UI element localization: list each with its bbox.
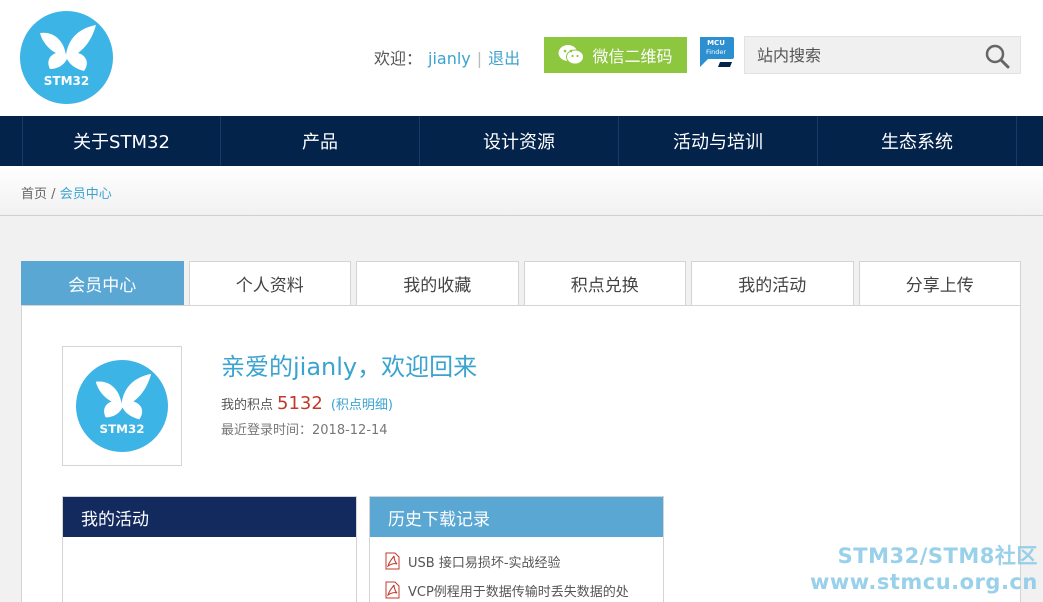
main-nav: 关于STM32 产品 设计资源 活动与培训 生态系统 (0, 116, 1043, 166)
svg-text:STM32: STM32 (100, 422, 145, 436)
points-summary: 我的积点 5132 (积点明细) (221, 393, 393, 414)
download-history-title: 历史下载记录 (370, 497, 663, 537)
avatar-logo-icon: STM32 (76, 360, 168, 452)
watermark-line-2: www.stmcu.org.cn (810, 570, 1038, 594)
wechat-button-label: 微信二维码 (592, 47, 673, 66)
mcu-finder-badge[interactable]: MCU Finder (696, 35, 736, 71)
breadcrumb-home[interactable]: 首页 (21, 187, 47, 202)
download-item[interactable]: USB 接口易损坏-实战经验 (384, 551, 654, 571)
breadcrumb: 首页 / 会员中心 (21, 183, 112, 202)
logout-link[interactable]: 退出 (488, 49, 520, 68)
avatar[interactable]: STM32 (62, 346, 182, 466)
nav-item-about[interactable]: 关于STM32 (22, 116, 221, 166)
points-value: 5132 (277, 393, 323, 414)
welcome-label: 欢迎： (374, 49, 423, 68)
site-header: STM32 欢迎： jianly | 退出 微信二维码 MCU Finder (0, 0, 1043, 116)
tab-member-center[interactable]: 会员中心 (21, 261, 184, 306)
pdf-icon (385, 581, 400, 599)
nav-item-products[interactable]: 产品 (221, 116, 420, 166)
stm32-logo[interactable]: STM32 (20, 11, 113, 104)
points-detail-link[interactable]: (积点明细) (331, 398, 393, 413)
breadcrumb-current[interactable]: 会员中心 (60, 187, 112, 202)
username-link[interactable]: jianly (428, 49, 471, 68)
svg-text:MCU: MCU (707, 39, 725, 47)
mcu-finder-icon: MCU Finder (700, 37, 734, 67)
pdf-icon (385, 552, 400, 570)
wechat-icon (558, 45, 585, 65)
butterfly-icon: STM32 (20, 11, 113, 104)
download-item[interactable]: VCP例程用于数据传输时丢失数据的处 (384, 580, 654, 600)
search-button[interactable] (984, 43, 1010, 69)
search-icon (985, 44, 1010, 69)
my-activities-title: 我的活动 (63, 497, 356, 537)
welcome-heading: 亲爱的jianly，欢迎回来 (221, 353, 478, 381)
download-item-title: VCP例程用于数据传输时丢失数据的处 (408, 584, 629, 600)
tab-my-activities[interactable]: 我的活动 (691, 261, 854, 306)
nav-item-events-training[interactable]: 活动与培训 (619, 116, 818, 166)
download-item-title: USB 接口易损坏-实战经验 (408, 555, 561, 571)
tab-favorites[interactable]: 我的收藏 (356, 261, 519, 306)
search-input[interactable] (745, 37, 977, 73)
watermark-line-1: STM32/STM8社区 (837, 544, 1038, 568)
my-activities-box: 我的活动 (62, 496, 357, 602)
site-search (744, 36, 1021, 74)
welcome-text: 欢迎： jianly | 退出 (374, 45, 520, 69)
divider: | (476, 49, 483, 68)
tab-points-exchange[interactable]: 积点兑换 (523, 261, 686, 306)
nav-item-ecosystem[interactable]: 生态系统 (818, 116, 1017, 166)
tab-profile[interactable]: 个人资料 (188, 261, 351, 306)
tab-share-upload[interactable]: 分享上传 (858, 261, 1021, 306)
nav-item-design-resources[interactable]: 设计资源 (420, 116, 619, 166)
last-login-text: 最近登录时间：2018-12-14 (221, 423, 388, 438)
site-watermark: STM32/STM8社区 www.stmcu.org.cn (810, 543, 1038, 595)
svg-text:STM32: STM32 (44, 74, 89, 88)
wechat-qr-button[interactable]: 微信二维码 (544, 37, 687, 73)
points-label: 我的积点 (221, 398, 274, 413)
member-tabs: 会员中心 个人资料 我的收藏 积点兑换 我的活动 分享上传 (21, 261, 1021, 306)
breadcrumb-separator: / (51, 187, 56, 202)
breadcrumb-bar: 首页 / 会员中心 (0, 166, 1043, 216)
svg-text:Finder: Finder (706, 48, 726, 56)
